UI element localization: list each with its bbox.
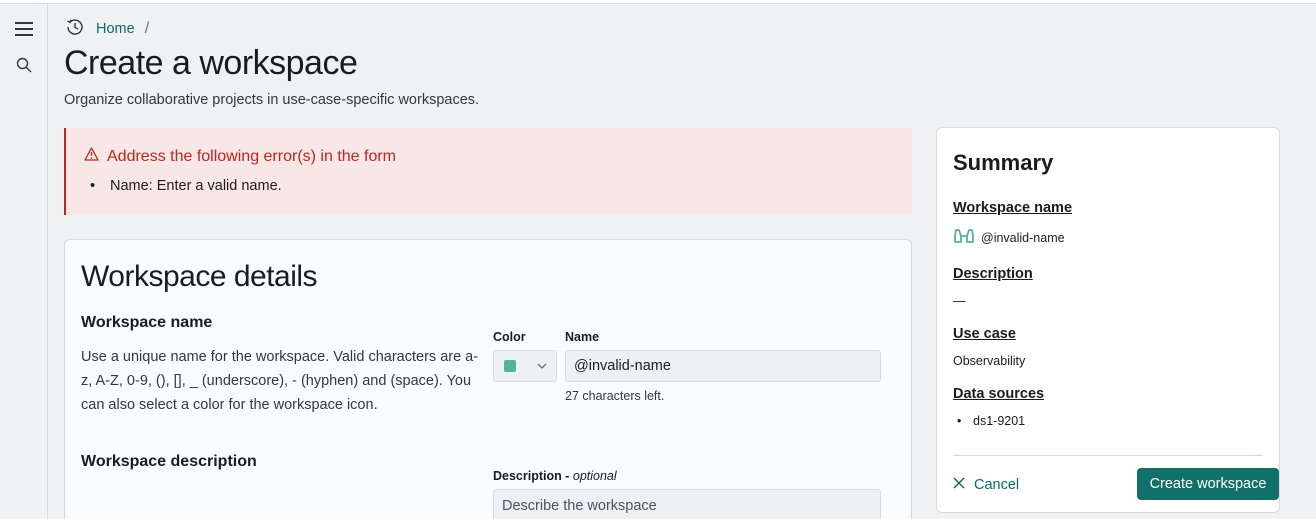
breadcrumb: Home / [66, 18, 149, 40]
create-workspace-button[interactable]: Create workspace [1137, 468, 1279, 500]
description-label-text: Description [493, 469, 562, 483]
summary-data-sources-list: ds1-9201 [957, 414, 1025, 428]
error-list: Name: Enter a valid name. [90, 178, 282, 194]
error-item: Name: Enter a valid name. [90, 178, 282, 194]
summary-name-heading: Workspace name [953, 200, 1073, 216]
search-icon[interactable] [12, 53, 36, 77]
error-title-text: Address the following error(s) in the fo… [107, 147, 396, 165]
cancel-button[interactable]: Cancel [953, 473, 1019, 497]
warning-icon [84, 147, 99, 166]
details-title: Workspace details [81, 260, 318, 293]
summary-description-value: — [953, 294, 966, 308]
description-input[interactable] [493, 489, 881, 519]
binoculars-icon [953, 227, 975, 248]
workspace-name-heading: Workspace name [81, 314, 213, 331]
name-label: Name [565, 330, 600, 344]
summary-name-value: @invalid-name [953, 227, 1065, 248]
description-label: Description - optional [493, 469, 617, 483]
page-title: Create a workspace [64, 44, 358, 82]
color-label: Color [493, 330, 526, 344]
close-icon [953, 477, 965, 493]
name-input[interactable] [565, 350, 881, 382]
workspace-name-help: Use a unique name for the workspace. Val… [81, 349, 479, 413]
chevron-down-icon [536, 359, 548, 377]
error-callout: Address the following error(s) in the fo… [64, 128, 912, 215]
breadcrumb-separator: / [144, 20, 150, 37]
summary-use-case-value: Observability [953, 354, 1026, 368]
name-char-count: 27 characters left. [565, 389, 665, 403]
summary-title: Summary [953, 150, 1054, 175]
breadcrumb-home-link[interactable]: Home [96, 21, 135, 37]
workspace-description-heading: Workspace description [81, 453, 257, 470]
summary-data-sources-heading: Data sources [953, 386, 1045, 402]
workspace-details-panel: Workspace details Workspace name Use a u… [64, 239, 912, 519]
summary-name-text: @invalid-name [981, 230, 1065, 245]
summary-divider [953, 455, 1263, 456]
side-nav [0, 4, 48, 519]
summary-use-case-heading: Use case [953, 326, 1016, 342]
description-optional-text: optional [572, 469, 617, 483]
color-picker[interactable] [493, 350, 557, 382]
main-content: Home / Create a workspace Organize colla… [48, 4, 1316, 519]
page-subtitle: Organize collaborative projects in use-c… [64, 92, 480, 108]
history-icon[interactable] [66, 18, 84, 40]
hamburger-menu-icon[interactable] [12, 17, 36, 41]
summary-description-heading: Description [953, 266, 1033, 282]
cancel-button-label: Cancel [974, 477, 1020, 493]
color-swatch [504, 360, 516, 372]
data-source-item: ds1-9201 [957, 414, 1025, 428]
summary-panel: Summary Workspace name @invalid-name Des… [936, 127, 1280, 513]
error-title: Address the following error(s) in the fo… [84, 147, 396, 166]
